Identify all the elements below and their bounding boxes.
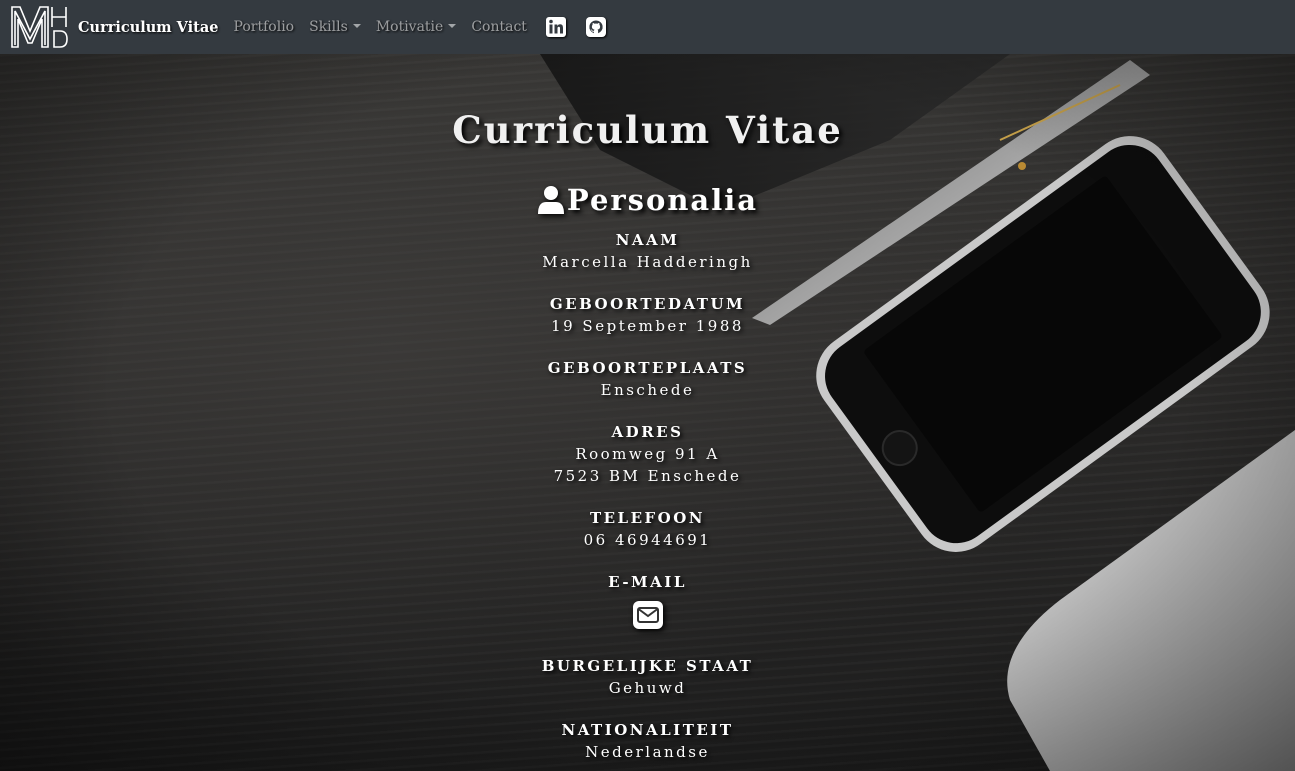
field-value: Gehuwd — [608, 679, 687, 697]
field-burgerlijke-staat: BURGELIJKE STAAT Gehuwd — [0, 655, 1295, 699]
field-value: 19 September 1988 — [551, 317, 744, 335]
section-title-text: Personalia — [566, 183, 759, 217]
field-value: Marcella Hadderingh — [542, 253, 753, 271]
field-email: E-MAIL — [0, 571, 1295, 635]
nav-link-contact[interactable]: Contact — [471, 19, 527, 35]
envelope-icon[interactable] — [632, 599, 664, 631]
field-telefoon: TELEFOON 06 46944691 — [0, 507, 1295, 551]
field-naam: NAAM Marcella Hadderingh — [0, 229, 1295, 273]
logo-icon[interactable] — [10, 5, 70, 49]
field-nationaliteit: NATIONALITEIT Nederlandse — [0, 719, 1295, 763]
linkedin-icon[interactable] — [545, 16, 567, 38]
field-label: E-MAIL — [608, 573, 687, 591]
top-navbar: Curriculum Vitae Portfolio Skills Motiva… — [0, 0, 1295, 54]
field-geboorteplaats: GEBOORTEPLAATS Enschede — [0, 357, 1295, 401]
section-personalia: Personalia — [0, 182, 1295, 218]
address-line-1: Roomweg 91 A — [575, 445, 720, 463]
field-label: GEBOORTEDATUM — [549, 295, 746, 313]
navbar-brand[interactable]: Curriculum Vitae — [78, 19, 219, 36]
personalia-fields: NAAM Marcella Hadderingh GEBOORTEDATUM 1… — [0, 229, 1295, 763]
nav-dropdown-motivatie[interactable]: Motivatie — [376, 19, 457, 35]
field-label: TELEFOON — [589, 509, 706, 527]
github-icon[interactable] — [585, 16, 607, 38]
field-label: GEBOORTEPLAATS — [547, 359, 748, 377]
field-value: Nederlandse — [585, 743, 710, 761]
field-value: Enschede — [600, 381, 695, 399]
nav-link-portfolio[interactable]: Portfolio — [234, 19, 295, 35]
field-label: ADRES — [611, 423, 684, 441]
address-line-2: 7523 BM Enschede — [553, 467, 742, 485]
field-adres: ADRES Roomweg 91 A 7523 BM Enschede — [0, 421, 1295, 487]
field-label: NATIONALITEIT — [561, 721, 734, 739]
nav-dropdown-skills[interactable]: Skills — [309, 19, 361, 35]
user-icon — [537, 186, 564, 214]
cv-content: Curriculum Vitae Personalia NAAM Marcell… — [0, 54, 1295, 763]
field-label: BURGELIJKE STAAT — [541, 657, 754, 675]
field-value: 06 46944691 — [583, 531, 712, 549]
field-label: NAAM — [615, 231, 680, 249]
field-geboortedatum: GEBOORTEDATUM 19 September 1988 — [0, 293, 1295, 337]
page-title: Curriculum Vitae — [452, 108, 843, 152]
